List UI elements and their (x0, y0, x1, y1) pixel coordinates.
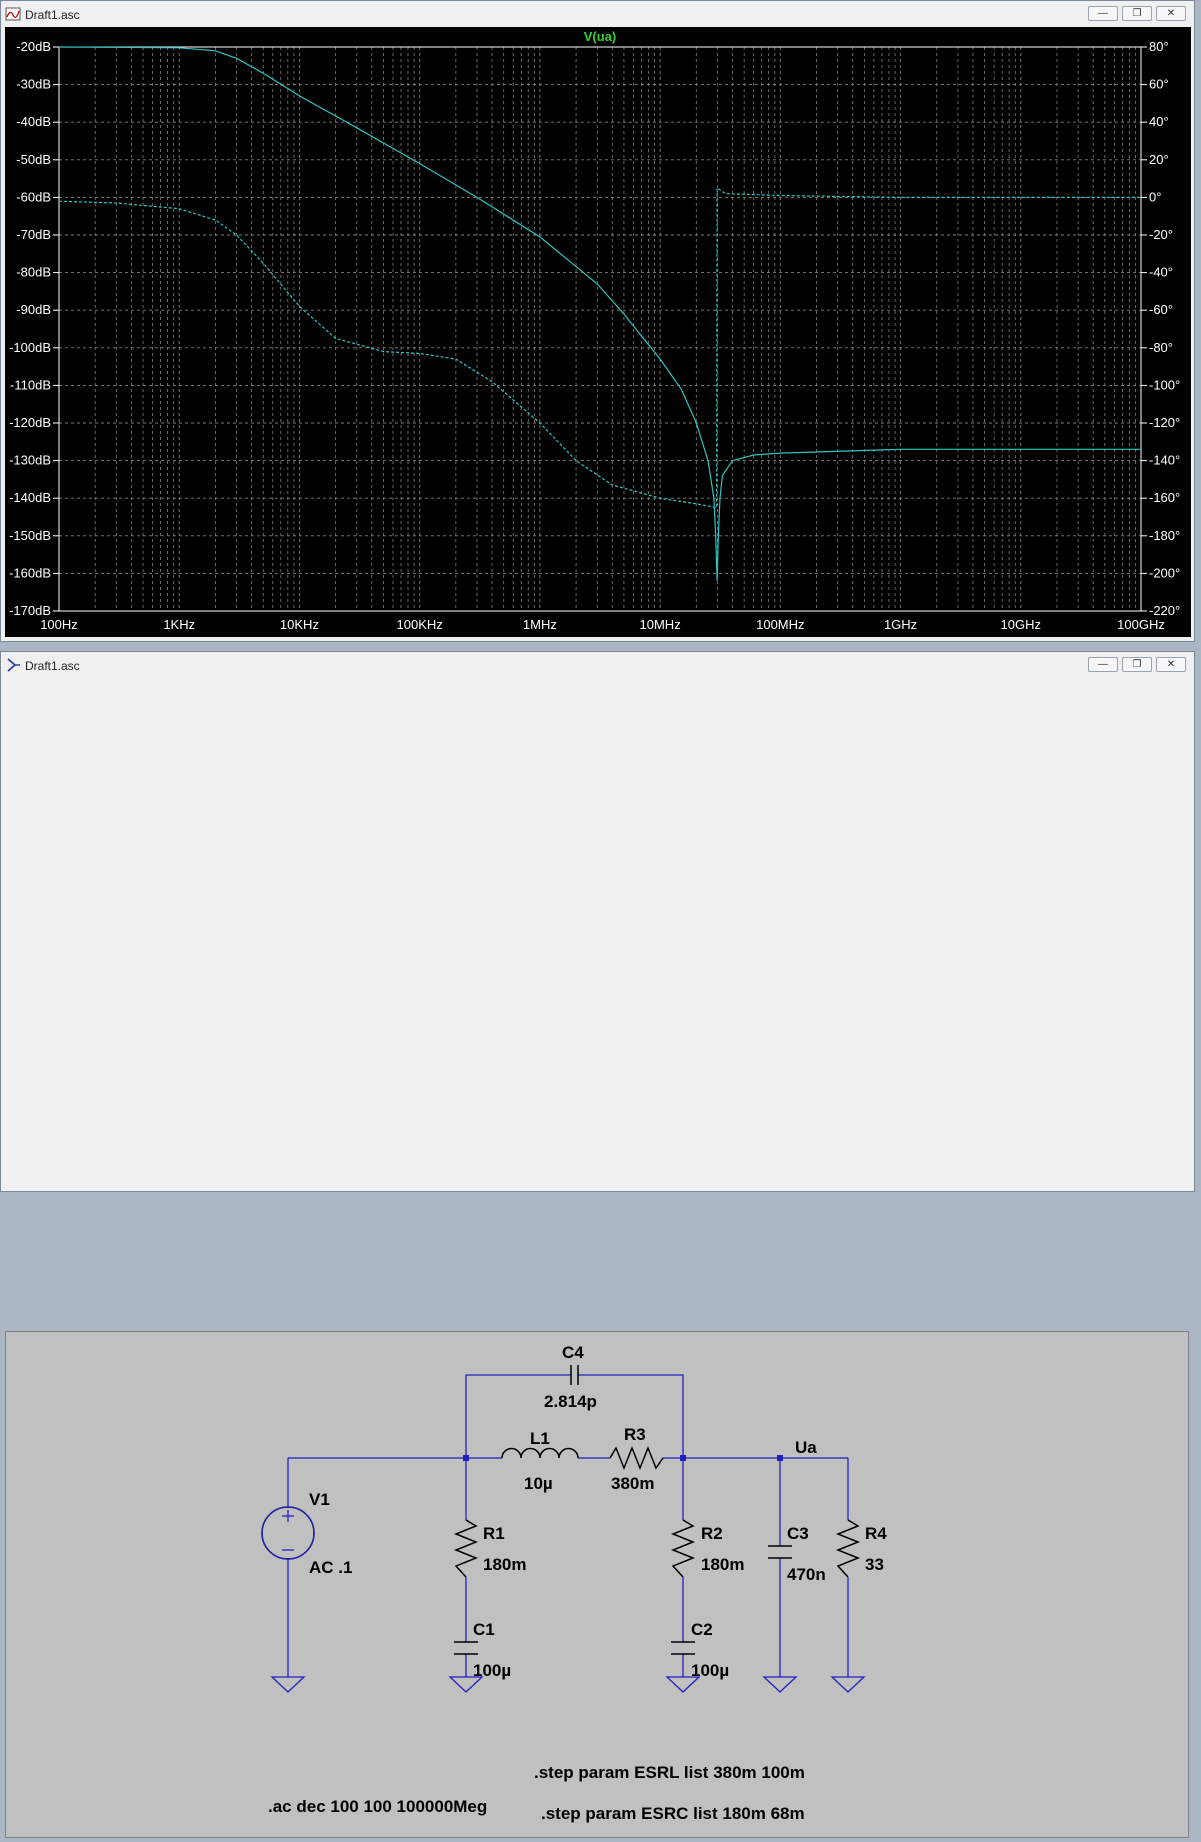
x-tick-label: 100MHz (756, 617, 804, 632)
step-esrc-directive[interactable]: .step param ESRC list 180m 68m (541, 1804, 805, 1823)
x-tick-label: 10MHz (640, 617, 681, 632)
y-right-tick-label: -40° (1149, 265, 1173, 280)
y-right-tick-label: -100° (1149, 377, 1180, 392)
y-left-tick-label: -120dB (9, 415, 51, 430)
plot-frame (58, 46, 1142, 612)
x-tick-label: 100Hz (40, 617, 78, 632)
schematic-icon (7, 658, 20, 672)
y-right-tick-label: -140° (1149, 453, 1180, 468)
y-right-tick-label: 20° (1149, 152, 1169, 167)
y-right-tick-label: -220° (1149, 603, 1180, 618)
y-left-tick-label: -170dB (9, 603, 51, 618)
r3-ref-label: R3 (624, 1425, 646, 1444)
c1-ref-label: C1 (473, 1620, 495, 1639)
y-right-tick-label: -180° (1149, 528, 1180, 543)
step-esrl-directive[interactable]: .step param ESRL list 380m 100m (534, 1763, 805, 1782)
y-left-tick-label: -50dB (16, 152, 51, 167)
waveform-plot[interactable]: 100Hz 1KHz 10KHz 100KHz 1MHz 10MHz 100MHz 1GHz 1… (5, 27, 1191, 637)
y-left-tick-label: -110dB (10, 377, 51, 392)
close-button[interactable]: ✕ (1156, 657, 1186, 672)
c3-ref-label: C3 (787, 1524, 809, 1543)
y-right-tick-label: -160° (1149, 490, 1180, 505)
y-left-tick-label: -40dB (16, 114, 51, 129)
y-right-tick-label: 80° (1149, 39, 1169, 54)
r4-value-label: 33 (865, 1555, 884, 1574)
l1-value-label: 10µ (524, 1474, 553, 1493)
y-left-tick-label: -160dB (9, 565, 51, 580)
x-tick-label: 100KHz (397, 617, 443, 632)
y-left-tick-label: -130dB (9, 453, 51, 468)
y-left-tick-label: -30dB (16, 77, 51, 92)
minimize-button[interactable]: — (1088, 6, 1118, 21)
y-left-tick-label: -100dB (9, 340, 51, 355)
schematic-window-titlebar[interactable]: Draft1.asc — ❐ ✕ (1, 652, 1194, 678)
l1-ref-label: L1 (530, 1429, 550, 1448)
schematic-drawing[interactable]: V1 AC .1 C4 2.814p L1 10µ R3 380m R1 180… (6, 1332, 1188, 1837)
c4-value-label: 2.814p (544, 1392, 597, 1411)
schematic-window-title: Draft1.asc (25, 659, 80, 673)
waveform-icon (5, 7, 21, 21)
y-right-tick-label: -20° (1149, 227, 1173, 242)
bode-chart[interactable]: 100Hz 1KHz 10KHz 100KHz 1MHz 10MHz 100MHz 1GHz 1… (5, 27, 1191, 637)
plot-window-title: Draft1.asc (25, 8, 80, 22)
y-left-tick-label: -90dB (16, 302, 51, 317)
plot-window[interactable]: Draft1.asc — ❐ ✕ 100Hz 1KHz 10KHz 100KHz 1MH… (0, 0, 1195, 642)
x-tick-label: 1MHz (523, 617, 557, 632)
y-right-tick-label: -200° (1149, 565, 1180, 580)
y-right-tick-label: -80° (1149, 340, 1173, 355)
c4-ref-label: C4 (562, 1343, 584, 1362)
y-left-tick-label: -140dB (9, 490, 51, 505)
restore-button[interactable]: ❐ (1122, 6, 1152, 21)
y-right-tick-label: -60° (1149, 302, 1173, 317)
magnitude-trace (58, 46, 1141, 581)
minimize-button[interactable]: — (1088, 657, 1118, 672)
ac-directive[interactable]: .ac dec 100 100 100000Meg (268, 1797, 487, 1816)
x-tick-label: 100GHz (1117, 617, 1165, 632)
c2-ref-label: C2 (691, 1620, 713, 1639)
r2-value-label: 180m (701, 1555, 744, 1574)
c2-value-label: 100µ (691, 1661, 729, 1680)
restore-button[interactable]: ❐ (1122, 657, 1152, 672)
x-tick-label: 10GHz (1001, 617, 1041, 632)
v1-ref-label: V1 (309, 1490, 330, 1509)
close-button[interactable]: ✕ (1156, 6, 1186, 21)
plot-window-titlebar[interactable]: Draft1.asc — ❐ ✕ (1, 1, 1194, 27)
x-tick-label: 10KHz (280, 617, 319, 632)
r4-ref-label: R4 (865, 1524, 887, 1543)
y-left-tick-label: -150dB (9, 528, 51, 543)
r2-ref-label: R2 (701, 1524, 723, 1543)
y-right-tick-label: 60° (1149, 77, 1169, 92)
y-left-tick-label: -80dB (16, 265, 51, 280)
v1-value-label: AC .1 (309, 1558, 352, 1577)
c1-value-label: 100µ (473, 1661, 511, 1680)
r1-ref-label: R1 (483, 1524, 505, 1543)
grounds (270, 1676, 866, 1693)
x-tick-label: 1KHz (163, 617, 195, 632)
wires (287, 1374, 849, 1677)
r3-value-label: 380m (611, 1474, 654, 1493)
x-tick-label: 1GHz (884, 617, 917, 632)
c3-value-label: 470n (787, 1565, 826, 1584)
net-label-ua: Ua (795, 1438, 817, 1457)
y-right-tick-label: 40° (1149, 114, 1169, 129)
trace-label: V(ua) (584, 29, 617, 44)
y-left-tick-label: -60dB (16, 189, 51, 204)
schematic-canvas[interactable]: V1 AC .1 C4 2.814p L1 10µ R3 380m R1 180… (5, 1331, 1189, 1838)
y-right-tick-label: -120° (1149, 415, 1180, 430)
schematic-window[interactable]: Draft1.asc — ❐ ✕ V1 AC .1 C4 2.814p L1 1… (0, 651, 1195, 1838)
y-right-tick-label: 0° (1149, 189, 1161, 204)
r1-value-label: 180m (483, 1555, 526, 1574)
y-left-tick-label: -70dB (16, 227, 51, 242)
y-left-tick-label: -20dB (16, 39, 51, 54)
